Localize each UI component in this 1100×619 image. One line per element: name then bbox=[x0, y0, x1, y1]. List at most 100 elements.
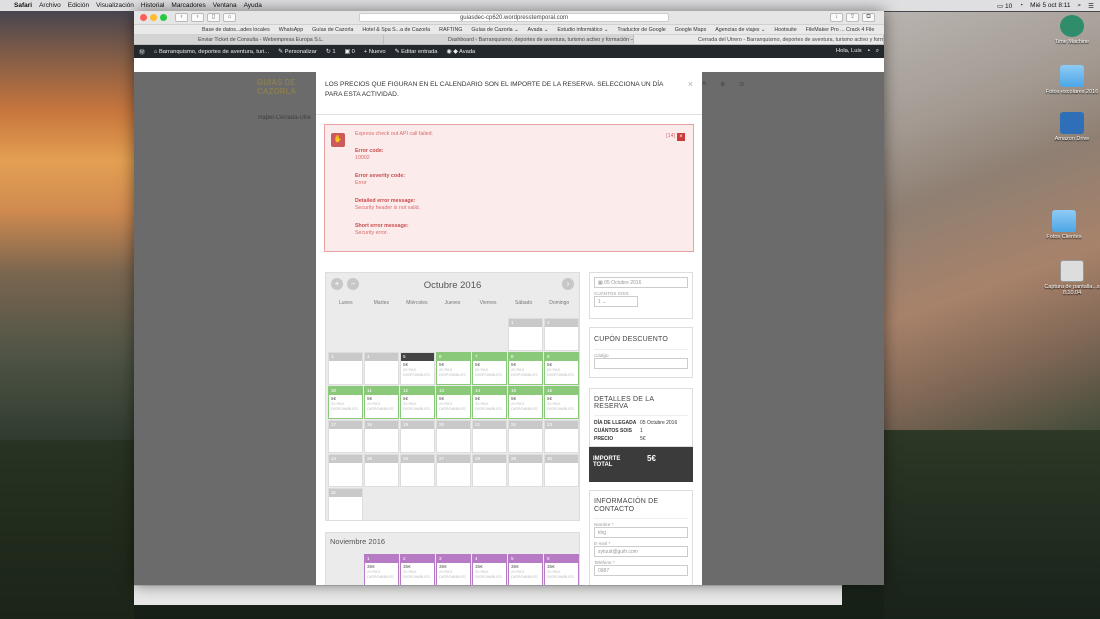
calendar-day: 19 bbox=[400, 420, 435, 453]
sidebar-icon[interactable]: ▯ bbox=[207, 13, 220, 22]
wp-edit-entry[interactable]: ✎ Editar entrada bbox=[395, 49, 438, 55]
bookmark[interactable]: Hootsuite bbox=[774, 27, 796, 33]
desktop-icon-time-machine[interactable]: Time Machine bbox=[1042, 15, 1100, 45]
calendar-day[interactable]: 10 5€ 20 PAX DISPONIBLES bbox=[328, 386, 363, 419]
dismiss-error-icon[interactable]: × bbox=[677, 133, 685, 141]
wp-comments[interactable]: ▣ 0 bbox=[345, 49, 355, 55]
calendar-day[interactable]: 7 5€ 20 PAX DISPONIBLES bbox=[472, 352, 507, 385]
email-input[interactable]: sytuuit@guih.com bbox=[594, 546, 688, 557]
day-number: 27 bbox=[437, 455, 470, 463]
tab-dashboard[interactable]: Dashboard ‹ Barranquismo, deportes de av… bbox=[384, 35, 634, 44]
day-availability: 20 PAX DISPONIBLES bbox=[475, 367, 502, 377]
desktop-icon-amazon-drive[interactable]: Amazon Drive bbox=[1042, 112, 1100, 142]
tabs-overview-icon[interactable]: ⧉ bbox=[862, 13, 875, 22]
clock[interactable]: Mié 5 oct 8:11 bbox=[1030, 2, 1070, 9]
wordpress-logo-icon[interactable]: Ⓦ bbox=[139, 47, 145, 56]
bookmark[interactable]: Hotel & Spa S...a de Cazorla bbox=[362, 27, 430, 33]
cart-icon[interactable]: ⊕ bbox=[720, 81, 725, 88]
error-count: [14] bbox=[666, 133, 675, 139]
calendar-day[interactable]: 8 5€ 20 PAX DISPONIBLES bbox=[508, 352, 543, 385]
background-window bbox=[134, 585, 842, 605]
bookmark[interactable]: Google Maps bbox=[675, 27, 707, 33]
battery-icon[interactable]: ▭ 10 bbox=[997, 2, 1012, 10]
calendar-day[interactable]: 4 35€ 20 PAX DISPONIBLES bbox=[472, 554, 507, 585]
menu-visualizacion[interactable]: Visualización bbox=[96, 2, 134, 9]
close-icon[interactable]: × bbox=[688, 79, 693, 90]
download-icon[interactable]: ↓ bbox=[830, 13, 843, 22]
bookmark[interactable]: Avada ⌄ bbox=[528, 27, 549, 33]
detail-key: CUÁNTOS SOIS bbox=[594, 428, 632, 434]
site-search-icon[interactable]: ⊙ bbox=[739, 81, 744, 88]
menu-marcadores[interactable]: Marcadores bbox=[171, 2, 205, 9]
wp-new[interactable]: + Nuevo bbox=[364, 49, 386, 55]
calendar-day[interactable]: 2 35€ 20 PAX DISPONIBLES bbox=[400, 554, 435, 585]
bookmark[interactable]: Base de datos...ades locales bbox=[202, 27, 270, 33]
amazon-drive-icon bbox=[1060, 112, 1084, 134]
desktop-wallpaper-trees-right bbox=[884, 430, 1100, 619]
desktop-icon-captura[interactable]: Captura de pantalla...s 8.10.04 bbox=[1042, 260, 1100, 296]
calendar-day[interactable]: 3 35€ 20 PAX DISPONIBLES bbox=[436, 554, 471, 585]
bookmark[interactable]: WhatsApp bbox=[279, 27, 303, 33]
people-select[interactable]: 1 ⌄ bbox=[594, 296, 638, 307]
wp-greeting[interactable]: Hola, Luis bbox=[836, 48, 862, 55]
bookmark[interactable]: RAFTING bbox=[439, 27, 462, 33]
desktop-icon-fotos-escolares[interactable]: Fotos escolares 2016 bbox=[1042, 65, 1100, 95]
name-input[interactable]: khg bbox=[594, 527, 688, 538]
day-number: 24 bbox=[329, 455, 362, 463]
calendar-day[interactable]: 5 35€ 20 PAX DISPONIBLES bbox=[508, 554, 543, 585]
url-bar[interactable]: guiasdec-cp620.wordpresstemporal.com bbox=[359, 13, 669, 22]
calendar-empty-cell bbox=[436, 318, 471, 351]
wifi-icon[interactable]: ◔ bbox=[1019, 2, 1023, 9]
calendar-day[interactable]: 12 5€ 20 PAX DISPONIBLES bbox=[400, 386, 435, 419]
wp-updates[interactable]: ↻ 1 bbox=[326, 49, 336, 55]
zoom-window-button[interactable] bbox=[160, 14, 167, 21]
close-window-button[interactable] bbox=[140, 14, 147, 21]
desktop-icon-fotos-clientes[interactable]: Fotos Clientes bbox=[1034, 210, 1094, 240]
menu-app-name[interactable]: Safari bbox=[14, 2, 32, 9]
calendar-day[interactable]: 135€20 PAX DISPONIBLES bbox=[364, 554, 399, 585]
minimize-window-button[interactable] bbox=[150, 14, 157, 21]
next-month-icon[interactable]: › bbox=[562, 278, 574, 290]
tab-webempresa[interactable]: Enviar Ticket de Consulta - Webempresa E… bbox=[134, 35, 384, 44]
search-icon[interactable]: ⌕ bbox=[1078, 2, 1082, 10]
calendar-day[interactable]: 16 5€ 20 PAX DISPONIBLES bbox=[544, 386, 579, 419]
phone-input[interactable]: 0987 bbox=[594, 565, 688, 576]
calendar-day[interactable]: 14 5€ 20 PAX DISPONIBLES bbox=[472, 386, 507, 419]
coupon-input[interactable] bbox=[594, 358, 688, 369]
wp-search-icon[interactable]: ⌕ bbox=[876, 48, 879, 55]
wp-site-name[interactable]: ⌂ Barranquismo, deportes de aventura, tu… bbox=[154, 49, 269, 55]
bookmark[interactable]: FileMaker Pro ... Crack 4 File bbox=[806, 27, 875, 33]
bookmark[interactable]: Traductor de Google bbox=[617, 27, 665, 33]
calendar-day[interactable]: 135€20 PAX DISPONIBLES bbox=[436, 386, 471, 419]
error-severity-label: Error severity code: bbox=[355, 173, 406, 179]
calendar-day[interactable]: 6 5€ 20 PAX DISPONIBLES bbox=[436, 352, 471, 385]
share-icon[interactable]: ⇪ bbox=[846, 13, 859, 22]
menu-ayuda[interactable]: Ayuda bbox=[244, 2, 262, 9]
menu-edicion[interactable]: Edición bbox=[68, 2, 89, 9]
forward-icon[interactable]: › bbox=[191, 13, 204, 22]
bookmark[interactable]: Guías de Cazorla bbox=[312, 27, 353, 33]
bookmark[interactable]: Guías de Cazorla ⌄ bbox=[471, 27, 518, 33]
wp-customize[interactable]: ✎ Personalizar bbox=[278, 49, 317, 55]
home-icon[interactable]: ⌂ bbox=[223, 13, 236, 22]
menu-archivo[interactable]: Archivo bbox=[39, 2, 61, 9]
tab-cerrada-utrero[interactable]: Cerrada del Utrero - Barranquismo, depor… bbox=[634, 35, 884, 44]
back-icon[interactable]: ‹ bbox=[175, 13, 188, 22]
calendar-day[interactable]: 6 35€ 20 PAX DISPONIBLES bbox=[544, 554, 579, 585]
bookmark[interactable]: Agencias de viajes ⌄ bbox=[715, 27, 765, 33]
notifications-icon[interactable]: ☰ bbox=[1088, 2, 1094, 10]
bookmark[interactable]: Estudio informático ⌄ bbox=[557, 27, 608, 33]
calendar-day[interactable]: 11 5€ 20 PAX DISPONIBLES bbox=[364, 386, 399, 419]
menu-historial[interactable]: Historial bbox=[141, 2, 164, 9]
site-logo[interactable]: GUÍAS DE CAZORLA bbox=[257, 78, 315, 96]
calendar-day[interactable]: 9 5€ 20 PAX DISPONIBLES bbox=[544, 352, 579, 385]
calendar-day: 30 bbox=[544, 454, 579, 487]
date-field[interactable]: ▦ 05 Octubre 2016 bbox=[594, 277, 688, 288]
menu-ventana[interactable]: Ventana bbox=[213, 2, 237, 9]
error-code: 10002 bbox=[355, 155, 370, 161]
calendar-day[interactable]: 15 5€ 20 PAX DISPONIBLES bbox=[508, 386, 543, 419]
avatar[interactable]: ▪ bbox=[868, 48, 870, 55]
calendar-empty-cell bbox=[544, 488, 579, 521]
wp-avada[interactable]: ◉ ◆ Avada bbox=[447, 49, 476, 55]
calendar-day[interactable]: 5 5€ 20 PAX DISPONIBLES bbox=[400, 352, 435, 385]
